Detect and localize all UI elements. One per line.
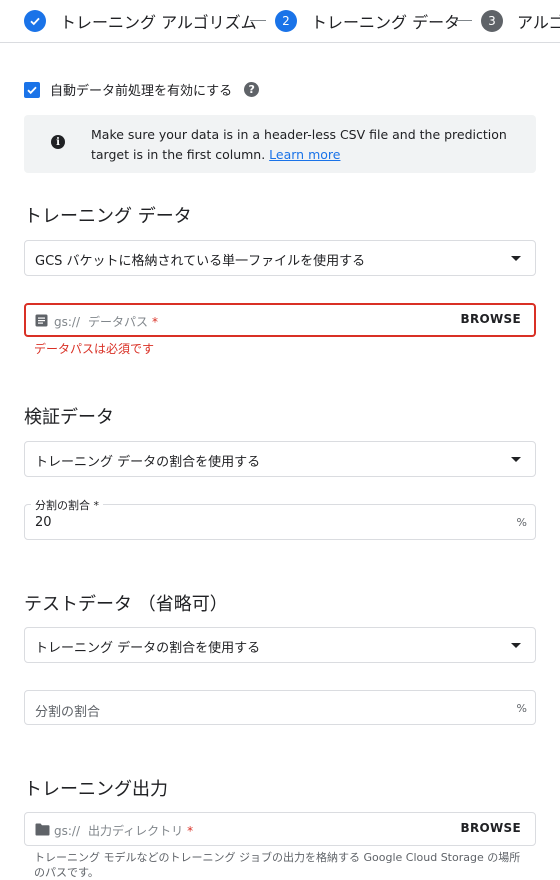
dropdown-arrow-icon [511, 643, 521, 648]
output-hint: トレーニング モデルなどのトレーニング ジョブの出力を格納する Google C… [34, 851, 521, 879]
required-mark: * [187, 824, 194, 838]
data-path-error: データパスは必須です [34, 342, 155, 356]
percent-unit: % [516, 516, 527, 529]
data-path-placeholder: データパス [88, 315, 149, 329]
validation-split-field[interactable]: 分割の割合 * 20 % [24, 497, 536, 540]
preprocessing-row: 自動データ前処理を有効にする ? [24, 80, 260, 99]
split-value: 20 [35, 515, 52, 530]
test-data-title: テストデータ （省略可） [24, 594, 228, 615]
step-2[interactable]: 2 トレーニング データ [275, 9, 460, 33]
path-prefix-text: gs:// [54, 824, 80, 838]
step-separator [456, 20, 472, 21]
split-placeholder: 分割の割合 [35, 705, 101, 720]
split-label: 分割の割合 * [31, 497, 103, 513]
path-prefix: gs:// データパス * [54, 313, 158, 330]
output-directory-field[interactable]: gs:// 出力ディレクトリ * BROWSE [24, 812, 536, 846]
check-icon [24, 10, 46, 32]
training-data-title: トレーニング データ [24, 206, 192, 227]
info-text: Make sure your data is in a header-less … [91, 125, 521, 165]
path-prefix-text: gs:// [54, 315, 80, 329]
folder-icon [35, 823, 50, 836]
file-icon [35, 314, 48, 327]
help-icon[interactable]: ? [244, 82, 260, 97]
required-mark: * [152, 315, 159, 329]
validation-data-title: 検証データ [24, 407, 114, 428]
dropdown-arrow-icon [511, 457, 521, 462]
test-split-field[interactable]: 分割の割合 % [24, 690, 536, 725]
path-prefix: gs:// 出力ディレクトリ * [54, 822, 193, 839]
info-icon: i [51, 135, 65, 149]
select-value: トレーニング データの割合を使用する [35, 455, 261, 470]
check-icon [27, 86, 37, 94]
browse-button[interactable]: BROWSE [461, 821, 521, 835]
percent-unit: % [516, 702, 527, 715]
info-banner: i Make sure your data is in a header-les… [24, 115, 536, 173]
test-data-select[interactable]: トレーニング データの割合を使用する [24, 627, 536, 663]
select-value: トレーニング データの割合を使用する [35, 641, 261, 656]
training-data-source-select[interactable]: GCS バケットに格納されている単一ファイルを使用する [24, 240, 536, 276]
learn-more-link[interactable]: Learn more [269, 147, 340, 162]
stepper: トレーニング アルゴリズム 2 トレーニング データ 3 アルゴリズム [0, 0, 560, 43]
step-1-label: トレーニング アルゴリズム [60, 13, 257, 32]
step-2-label: トレーニング データ [311, 13, 461, 32]
select-value: GCS バケットに格納されている単一ファイルを使用する [35, 254, 366, 269]
step-3[interactable]: 3 アルゴリズム [481, 9, 560, 33]
step-1[interactable]: トレーニング アルゴリズム [24, 9, 257, 33]
dropdown-arrow-icon [511, 256, 521, 261]
training-output-title: トレーニング出力 [24, 779, 168, 800]
validation-data-select[interactable]: トレーニング データの割合を使用する [24, 441, 536, 477]
split-label-text: 分割の割合 [35, 499, 90, 512]
preprocessing-label[interactable]: 自動データ前処理を有効にする [50, 80, 232, 99]
step-separator [250, 20, 266, 21]
data-path-field[interactable]: gs:// データパス * BROWSE [24, 303, 536, 337]
output-directory-placeholder: 出力ディレクトリ [88, 824, 184, 838]
step-3-label: アルゴリズム [517, 13, 560, 32]
required-mark: * [93, 499, 100, 512]
step-3-number: 3 [481, 10, 503, 32]
step-2-number: 2 [275, 10, 297, 32]
browse-button[interactable]: BROWSE [461, 312, 521, 326]
preprocessing-checkbox[interactable] [24, 81, 40, 98]
